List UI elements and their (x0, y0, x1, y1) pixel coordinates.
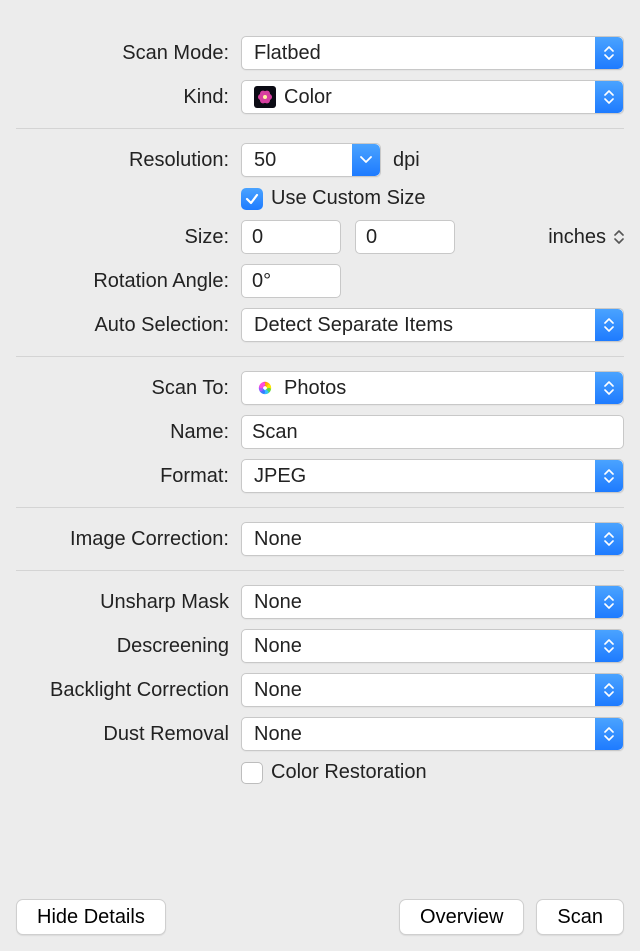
resolution-value: 50 (254, 149, 276, 172)
kind-value: Color (284, 86, 332, 109)
color-restoration-label: Color Restoration (271, 761, 427, 784)
chevron-up-down-icon (595, 81, 623, 113)
name-label: Name: (16, 421, 241, 444)
dust-removal-select[interactable]: None (241, 717, 624, 751)
backlight-value: None (254, 679, 302, 702)
kind-thumbnail-icon (254, 86, 276, 108)
checkbox-icon (241, 762, 263, 784)
scan-mode-label: Scan Mode: (16, 42, 241, 65)
scan-to-select[interactable]: Photos (241, 371, 624, 405)
divider (16, 128, 624, 129)
chevron-up-down-icon (595, 372, 623, 404)
divider (16, 507, 624, 508)
scan-to-label: Scan To: (16, 377, 241, 400)
auto-selection-select[interactable]: Detect Separate Items (241, 308, 624, 342)
divider (16, 356, 624, 357)
scan-to-value: Photos (284, 377, 346, 400)
auto-selection-label: Auto Selection: (16, 314, 241, 337)
dust-removal-label: Dust Removal (16, 723, 241, 746)
image-correction-label: Image Correction: (16, 528, 241, 551)
auto-selection-value: Detect Separate Items (254, 314, 453, 337)
descreening-label: Descreening (16, 635, 241, 658)
size-label: Size: (16, 226, 241, 249)
kind-select[interactable]: Color (241, 80, 624, 114)
dpi-label: dpi (393, 149, 420, 172)
format-select[interactable]: JPEG (241, 459, 624, 493)
stepper-up-down-icon (614, 230, 624, 244)
chevron-up-down-icon (595, 630, 623, 662)
dust-removal-value: None (254, 723, 302, 746)
use-custom-size-label: Use Custom Size (271, 187, 426, 210)
image-correction-value: None (254, 528, 302, 551)
kind-label: Kind: (16, 86, 241, 109)
descreening-select[interactable]: None (241, 629, 624, 663)
descreening-value: None (254, 635, 302, 658)
name-input[interactable] (241, 415, 624, 449)
scan-mode-value: Flatbed (254, 42, 321, 65)
overview-button[interactable]: Overview (399, 899, 524, 935)
hide-details-button[interactable]: Hide Details (16, 899, 166, 935)
unsharp-mask-select[interactable]: None (241, 585, 624, 619)
resolution-select[interactable]: 50 (241, 143, 381, 177)
color-restoration-checkbox[interactable]: Color Restoration (241, 761, 427, 784)
height-input[interactable] (355, 220, 455, 254)
chevron-up-down-icon (595, 586, 623, 618)
unsharp-mask-label: Unsharp Mask (16, 591, 241, 614)
width-input[interactable] (241, 220, 341, 254)
backlight-select[interactable]: None (241, 673, 624, 707)
units-stepper[interactable]: inches (548, 226, 624, 249)
format-label: Format: (16, 465, 241, 488)
units-label: inches (548, 226, 606, 249)
chevron-up-down-icon (595, 309, 623, 341)
chevron-up-down-icon (595, 718, 623, 750)
rotation-input[interactable] (241, 264, 341, 298)
photos-app-icon (254, 377, 276, 399)
chevron-up-down-icon (595, 37, 623, 69)
use-custom-size-checkbox[interactable]: Use Custom Size (241, 187, 426, 210)
backlight-label: Backlight Correction (16, 679, 241, 702)
resolution-label: Resolution: (16, 149, 241, 172)
rotation-label: Rotation Angle: (16, 270, 241, 293)
image-correction-select[interactable]: None (241, 522, 624, 556)
scan-mode-select[interactable]: Flatbed (241, 36, 624, 70)
divider (16, 570, 624, 571)
checkmark-icon (241, 188, 263, 210)
chevron-up-down-icon (595, 460, 623, 492)
unsharp-mask-value: None (254, 591, 302, 614)
format-value: JPEG (254, 465, 306, 488)
chevron-up-down-icon (595, 523, 623, 555)
chevron-up-down-icon (595, 674, 623, 706)
chevron-down-icon (352, 144, 380, 176)
scan-button[interactable]: Scan (536, 899, 624, 935)
